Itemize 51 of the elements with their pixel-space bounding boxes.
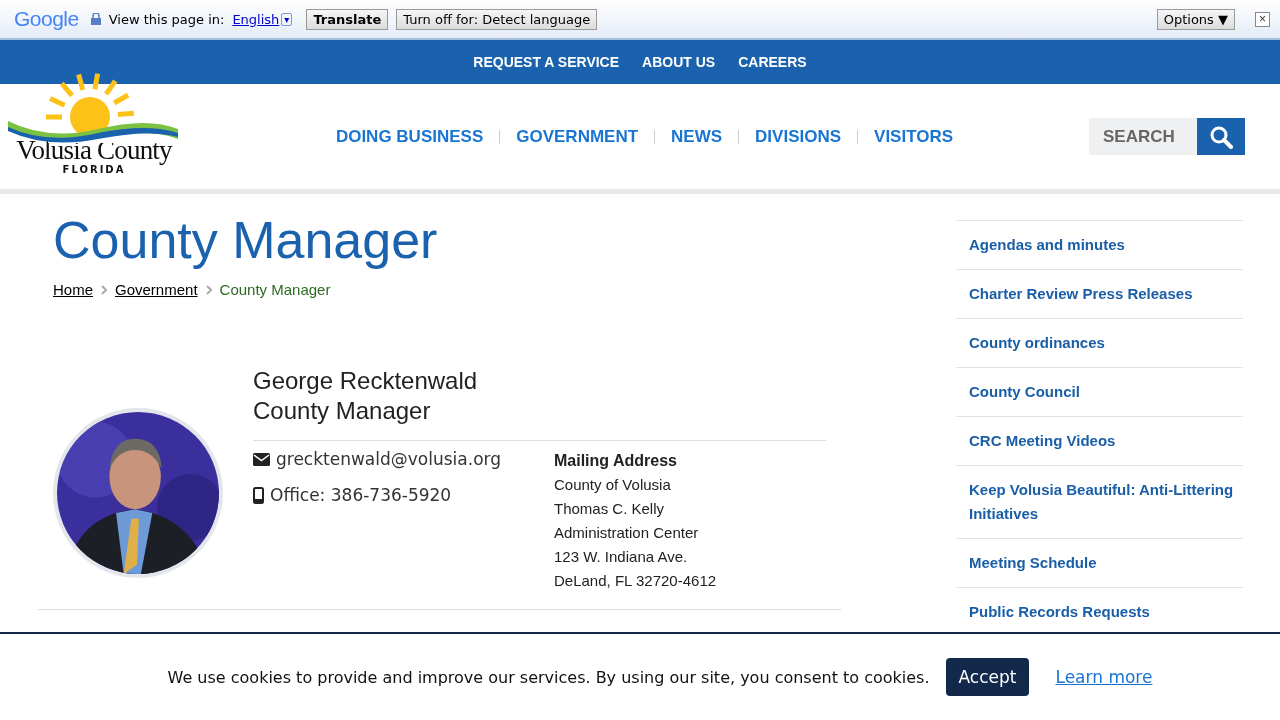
chevron-icon (101, 284, 107, 295)
logo-state: FLORIDA (62, 163, 126, 175)
search-field[interactable]: SEARCH (1089, 118, 1197, 155)
sidebar-link[interactable]: CRC Meeting Videos (956, 417, 1243, 466)
accept-button[interactable]: Accept (945, 658, 1030, 696)
sidebar-link[interactable]: Charter Review Press Releases (956, 270, 1243, 319)
chevron-icon (205, 284, 212, 295)
page-title: County Manager (53, 212, 439, 270)
person-name: George Recktenwald (253, 366, 479, 397)
person-title: County Manager (253, 396, 432, 427)
breadcrumb-link[interactable]: Home (53, 281, 93, 299)
address-line: Thomas C. Kelly (554, 499, 666, 520)
language-dropdown[interactable]: ▾ (281, 12, 293, 26)
sidebar-link[interactable]: County ordinances (956, 319, 1243, 368)
main-nav-link[interactable]: NEWS (671, 126, 723, 147)
learn-more-link[interactable]: Learn more (1055, 667, 1153, 687)
address-line: 123 W. Indiana Ave. (554, 547, 689, 568)
main-nav-link[interactable]: DIVISIONS (755, 126, 842, 147)
search-button[interactable] (1197, 118, 1245, 155)
options-button[interactable]: Options ▼ (1156, 8, 1235, 30)
email-text: grecktenwald@volusia.org (276, 449, 502, 470)
breadcrumb-link[interactable]: Government (115, 281, 198, 299)
main-nav-link[interactable]: DOING BUSINESS (335, 126, 484, 147)
address-line: County of Volusia (554, 475, 672, 496)
top-nav-link[interactable]: CAREERS (738, 54, 807, 70)
cookie-message: We use cookies to provide and improve our services. By using our site, you consent to cookies. (167, 667, 930, 687)
phone-icon (253, 486, 264, 504)
sidebar-link[interactable]: Public Records Requests (956, 588, 1243, 624)
phone-text: Office: 386-736-5920 (270, 485, 452, 506)
envelope-icon (253, 452, 270, 466)
translate-button[interactable]: Translate (306, 8, 389, 30)
breadcrumb-current[interactable]: County Manager (219, 281, 331, 299)
close-button[interactable]: × (1255, 11, 1270, 27)
search-icon (1209, 124, 1233, 149)
address-heading: Mailing Address (554, 451, 678, 472)
language-link[interactable]: English (232, 11, 280, 27)
address-line: Administration Center (554, 523, 700, 544)
sidebar-link[interactable]: Agendas and minutes (956, 221, 1243, 270)
sidebar-link[interactable]: Keep Volusia Beautiful: Anti-Littering Initiatives (956, 466, 1243, 539)
main-nav-link[interactable]: GOVERNMENT (516, 126, 639, 147)
brand-logo: Google (14, 7, 79, 31)
top-nav-link[interactable]: ABOUT US (642, 54, 716, 70)
logo-name: Volusia County (16, 136, 172, 164)
main-nav-link[interactable]: VISITORS (874, 126, 954, 147)
prompt-text: View this page in: (108, 11, 225, 27)
address-line: DeLand, FL 32720-4612 (554, 571, 717, 592)
turn-off-button[interactable]: Turn off for: Detect language (396, 8, 598, 30)
top-nav-link[interactable]: REQUEST A SERVICE (473, 54, 620, 70)
sidebar-link[interactable]: County Council (956, 368, 1243, 417)
sidebar-link[interactable]: Meeting Schedule (956, 539, 1243, 588)
lock-icon (90, 13, 101, 25)
